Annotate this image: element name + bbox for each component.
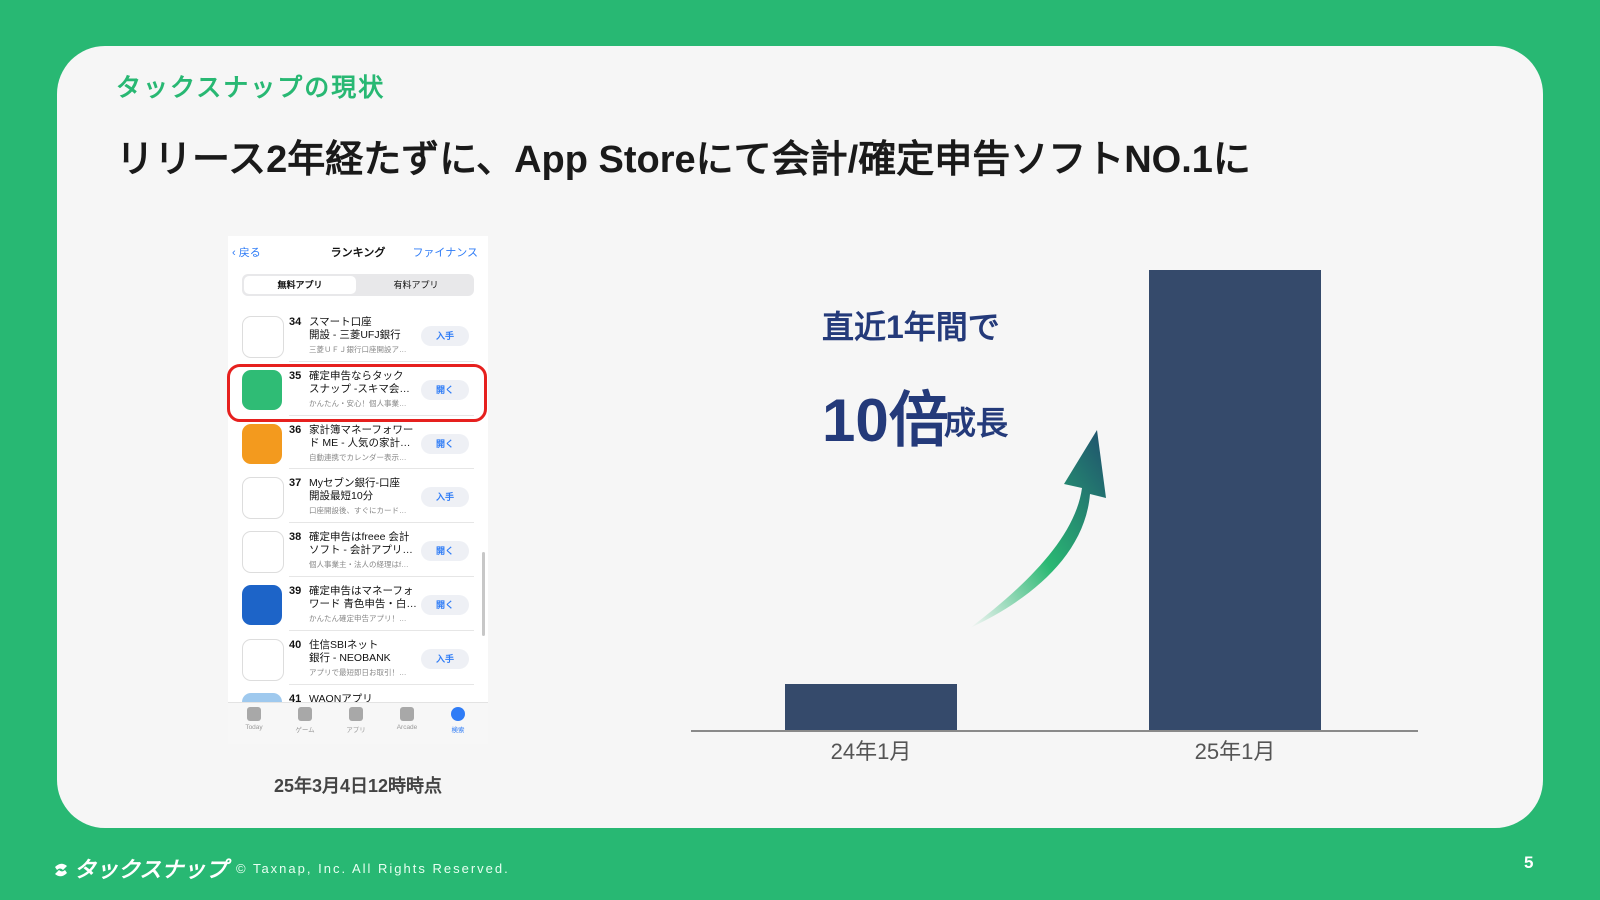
open-button[interactable]: 開く <box>421 541 469 562</box>
seven-bank-app-icon <box>242 477 284 520</box>
app-name: スマート口座 開設 - 三菱UFJ銀行 <box>309 316 401 341</box>
taxnap-highlight-box <box>227 364 487 422</box>
tab-label: Arcade <box>396 724 418 731</box>
growth-suffix: 成長 <box>944 405 1009 441</box>
layers-icon <box>349 707 363 721</box>
ranking-row[interactable]: 34 スマート口座 開設 - 三菱UFJ銀行三菱ＵＦＪ銀行口座開設ア… 入手 <box>228 308 488 362</box>
rocket-icon <box>298 707 312 721</box>
tab-label: アプリ <box>346 727 366 734</box>
tab-games[interactable]: ゲーム <box>281 707 329 734</box>
tab-label: 検索 <box>451 727 465 734</box>
sbi-neobank-app-icon <box>242 638 284 681</box>
app-name: Myセブン銀行-口座 開設最短10分 <box>309 477 400 503</box>
ranking-row[interactable]: 36 家計簿マネーフォワー ド ME - 人気の家計… 自動連携でカレンダー表示… 開… <box>228 416 488 470</box>
taxnap-logo-icon <box>55 863 67 877</box>
app-name: 住信SBIネット 銀行 - NEOBANK <box>309 638 391 664</box>
rank-number: 37 <box>289 477 302 490</box>
open-button[interactable]: 開く <box>421 433 469 454</box>
rank-number: 38 <box>289 531 302 544</box>
tab-search[interactable]: 検索 <box>434 707 482 734</box>
copyright-text: © Taxnap, Inc. All Rights Reserved. <box>236 861 510 876</box>
today-icon <box>247 707 261 721</box>
segment-paid[interactable]: 有料アプリ <box>360 276 472 294</box>
moneyforward-me-app-icon <box>242 423 282 464</box>
app-subtitle: アプリで最短即日お取引！… <box>309 667 407 677</box>
joystick-icon <box>400 707 414 721</box>
tab-today[interactable]: Today <box>230 707 278 731</box>
search-icon <box>451 707 465 721</box>
app-subtitle: 口座開設後、すぐにカード… <box>309 506 407 516</box>
ranking-row[interactable]: 40 住信SBIネット 銀行 - NEOBANK アプリで最短即日お取引！… 入手 <box>228 631 488 685</box>
growth-caption: 直近1年間で <box>822 309 1000 345</box>
screenshot-timestamp: 25年3月4日12時時点 <box>273 776 443 796</box>
app-name: 確定申告はマネーフォ ワード 青色申告・白… <box>309 584 417 610</box>
moneyforward-tax-app-icon <box>242 584 282 625</box>
scrollbar[interactable] <box>482 552 485 636</box>
page-number: 5 <box>1524 853 1534 872</box>
freee-app-icon <box>242 531 284 574</box>
app-name: 確定申告はfreee 会計 ソフト - 会計アプリ… <box>309 531 413 557</box>
tab-bar: Today ゲーム アプリ Arcade 検索 <box>228 702 488 744</box>
open-button[interactable]: 開く <box>421 594 469 615</box>
nav-bar: ‹ 戻る ランキング ファイナンス <box>228 236 488 268</box>
tab-label: Today <box>245 724 263 731</box>
app-name: 家計簿マネーフォワー ド ME - 人気の家計… <box>309 423 414 449</box>
rank-number: 39 <box>289 584 302 597</box>
taxnap-logo: タックスナップ <box>52 852 227 884</box>
tab-apps[interactable]: アプリ <box>332 707 380 734</box>
get-button[interactable]: 入手 <box>421 326 469 346</box>
logo-text: タックスナップ <box>74 857 228 882</box>
rank-number: 34 <box>289 316 302 328</box>
segment-free[interactable]: 無料アプリ <box>244 276 356 294</box>
app-store-screenshot: ‹ 戻る ランキング ファイナンス 無料アプリ 有料アプリ 34 スマート口座 開… <box>228 236 488 744</box>
rank-number: 36 <box>289 423 302 436</box>
mufg-app-icon <box>242 316 284 358</box>
category-link[interactable]: ファイナンス <box>412 244 478 260</box>
app-subtitle: 三菱ＵＦＪ銀行口座開設ア… <box>309 345 407 354</box>
section-label: タックスナップの現状 <box>116 74 386 102</box>
slide-headline: リリース2年経たずに、App Storeにて会計/確定申告ソフトNO.1に <box>116 139 1251 181</box>
growth-multiplier: 10倍 <box>822 387 949 454</box>
app-subtitle: 個人事業主・法人の経理はf… <box>309 560 409 570</box>
get-button[interactable]: 入手 <box>421 648 469 669</box>
app-subtitle: かんたん確定申告アプリ！… <box>309 613 407 623</box>
rank-number: 40 <box>289 638 302 651</box>
ranking-row[interactable]: 39 確定申告はマネーフォ ワード 青色申告・白… かんたん確定申告アプリ！… 開く <box>228 577 488 631</box>
get-button[interactable]: 入手 <box>421 487 469 508</box>
tab-label: ゲーム <box>295 727 315 734</box>
app-subtitle: 自動連携でカレンダー表示… <box>309 452 407 462</box>
tab-arcade[interactable]: Arcade <box>383 707 431 731</box>
ranking-row[interactable]: 37 Myセブン銀行-口座 開設最短10分口座開設後、すぐにカード… 入手 <box>228 469 488 524</box>
segmented-control: 無料アプリ 有料アプリ <box>242 274 474 296</box>
ranking-row[interactable]: 38 確定申告はfreee 会計 ソフト - 会計アプリ… 個人事業主・法人の経理は… <box>228 523 488 577</box>
